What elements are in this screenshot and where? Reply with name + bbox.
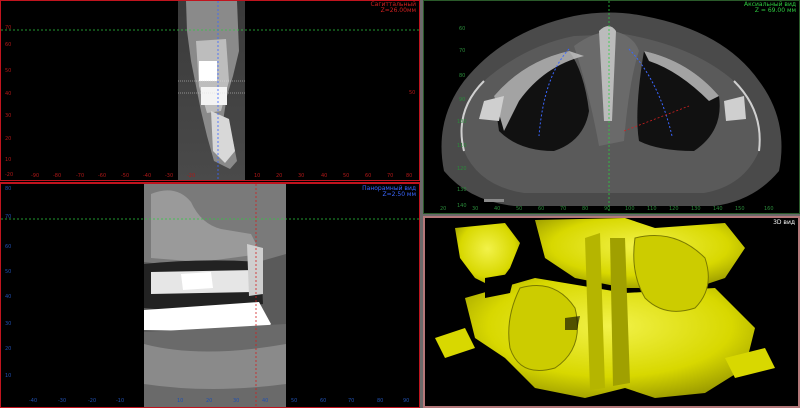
sagittal-image [1, 1, 419, 180]
axial-position: Z = 69.00 мм [754, 7, 796, 14]
horizontal-splitter[interactable] [423, 214, 800, 216]
tick: -40 [143, 173, 152, 179]
tick: 70 [5, 25, 12, 31]
tick: -90 [31, 173, 40, 179]
tick: 80 [406, 173, 413, 179]
tick: 80 [377, 398, 384, 404]
render-3d-view-pane[interactable]: 3D вид [423, 216, 800, 408]
tick: -60 [98, 173, 107, 179]
tick: 10 [5, 157, 12, 163]
tick: 60 [538, 206, 545, 212]
tick: 130 [691, 206, 701, 212]
tick: 20 [440, 206, 447, 212]
tick: 50 [516, 206, 523, 212]
tick: -30 [58, 398, 67, 404]
tick: 10 [177, 398, 184, 404]
axial-caption: Аксиальный вид Z = 69.00 мм [744, 2, 796, 14]
tick: 40 [262, 398, 269, 404]
tick: 30 [298, 173, 305, 179]
axial-view-pane[interactable]: Аксиальный вид Z = 69.00 мм 60 70 80 90 … [423, 0, 800, 214]
tick: 40 [5, 294, 12, 300]
tick: 120 [669, 206, 679, 212]
tick: 80 [459, 73, 466, 79]
tick: 60 [320, 398, 327, 404]
tick: 100 [457, 119, 467, 125]
tick: 50 [409, 90, 416, 96]
tick: -80 [53, 173, 62, 179]
render-3d-caption: 3D вид [773, 220, 795, 226]
tick: 140 [713, 206, 723, 212]
tick: 70 [5, 214, 12, 220]
tick: 70 [459, 48, 466, 54]
vertical-splitter[interactable] [420, 0, 423, 408]
tick: 110 [647, 206, 657, 212]
tick: 80 [582, 206, 589, 212]
tick: 60 [5, 42, 12, 48]
tick: 50 [343, 173, 350, 179]
tick: -20 [5, 172, 14, 178]
tick: -20 [187, 173, 196, 179]
tick: -20 [88, 398, 97, 404]
tick: 150 [735, 206, 745, 212]
tick: -50 [121, 173, 130, 179]
tick: 30 [5, 113, 12, 119]
render-3d-title: 3D вид [773, 219, 795, 226]
tick: 50 [5, 269, 12, 275]
tick: 90 [403, 398, 410, 404]
tick: 40 [321, 173, 328, 179]
tick: 100 [625, 206, 635, 212]
tick: 110 [457, 143, 467, 149]
axial-image [441, 1, 782, 213]
tick: 20 [276, 173, 283, 179]
panoramic-view-pane[interactable]: Панорамный вид Z=2.50 мм 80 70 60 50 40 … [0, 182, 420, 408]
tick: 60 [365, 173, 372, 179]
tick: -40 [29, 398, 38, 404]
tick: 40 [494, 206, 501, 212]
tick: 20 [5, 136, 12, 142]
tick: -10 [116, 398, 125, 404]
panoramic-position: Z=2.50 мм [382, 191, 416, 198]
tick: -70 [76, 173, 85, 179]
tick: 50 [5, 68, 12, 74]
tick: -30 [165, 173, 174, 179]
tick: 80 [5, 186, 12, 192]
tick: 70 [348, 398, 355, 404]
tick: 70 [387, 173, 394, 179]
tick: 30 [5, 321, 12, 327]
tick: 60 [459, 26, 466, 32]
tick: 50 [291, 398, 298, 404]
tick: 90 [459, 97, 466, 103]
panoramic-image [1, 184, 419, 407]
panoramic-caption: Панорамный вид Z=2.50 мм [362, 186, 416, 198]
tick: 30 [472, 206, 479, 212]
tick: 130 [457, 187, 467, 193]
tick: 90 [604, 206, 611, 212]
render-3d-image [435, 218, 775, 398]
tick: 20 [5, 346, 12, 352]
tick: 120 [457, 166, 467, 172]
tick: 10 [254, 173, 261, 179]
sagittal-caption: Сагиттальный Z=26.00мм [370, 2, 416, 14]
sagittal-view-pane[interactable]: Сагиттальный Z=26.00мм 70 60 50 40 30 20… [0, 0, 420, 181]
tick: 140 [457, 203, 467, 209]
tick: 70 [560, 206, 567, 212]
sagittal-position: Z=26.00мм [380, 7, 416, 14]
tick: 30 [233, 398, 240, 404]
tick: 60 [5, 244, 12, 250]
tick: 20 [206, 398, 213, 404]
tick: 40 [5, 91, 12, 97]
tick: 10 [5, 373, 12, 379]
tick: 160 [764, 206, 774, 212]
